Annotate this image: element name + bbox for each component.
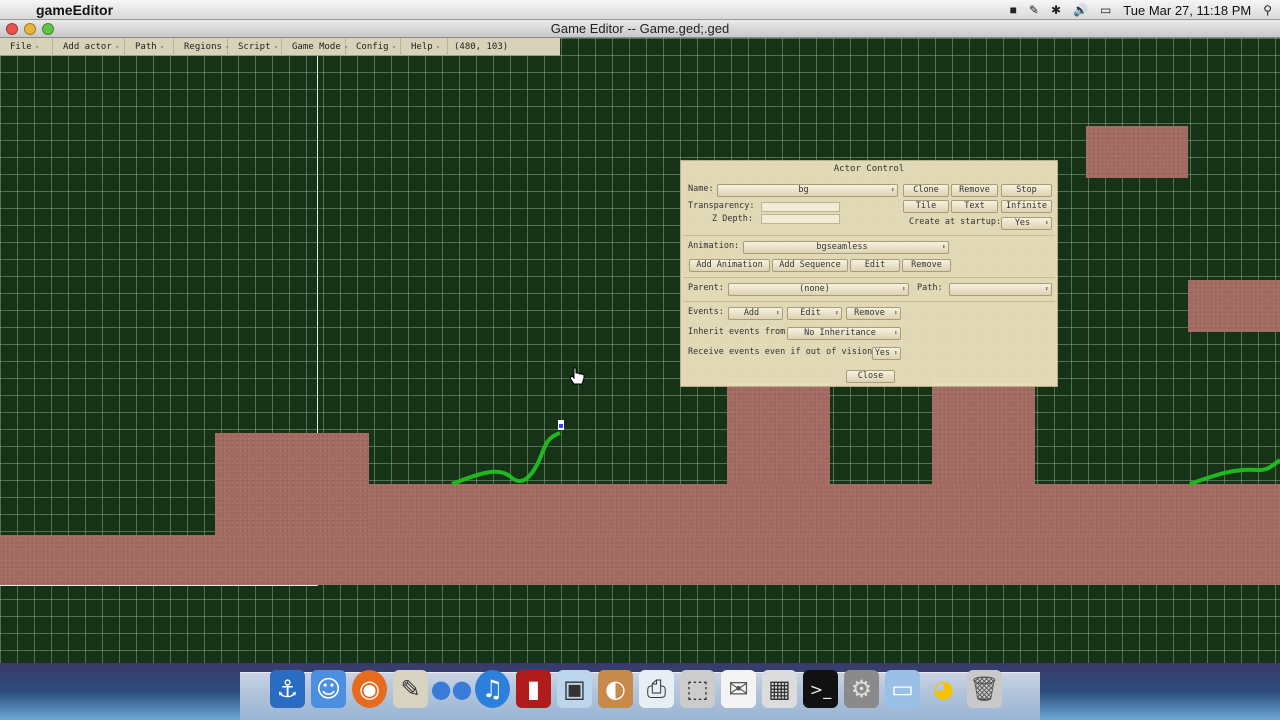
tile-button[interactable]: Tile — [903, 200, 949, 213]
editor-menu-bar: File Add actor Path Regions Script Game … — [0, 37, 560, 56]
receive-events-label: Receive events even if out of vision: — [688, 347, 878, 357]
calculator-icon[interactable]: ▦ — [762, 670, 797, 708]
system-preferences-icon[interactable]: ⚙ — [844, 670, 879, 708]
itunes-icon[interactable]: ♫ — [475, 670, 510, 708]
window-title: Game Editor -- Game.ged;.ged — [550, 21, 730, 36]
disk-utility-icon[interactable]: ⬚ — [680, 670, 715, 708]
separator — [683, 277, 1055, 278]
app-menu-name[interactable]: gameEditor — [36, 2, 113, 18]
trash-icon[interactable]: 🗑 — [967, 670, 1002, 708]
ground-block-right — [932, 382, 1035, 485]
cursor-coordinates: (480, 103) — [454, 41, 509, 52]
volume-icon[interactable]: 🔊 — [1073, 3, 1088, 17]
stop-button[interactable]: Stop — [1001, 184, 1052, 197]
menu-regions[interactable]: Regions — [174, 37, 228, 56]
menu-add-actor[interactable]: Add actor — [53, 37, 125, 56]
name-dropdown[interactable]: bg — [717, 184, 898, 197]
close-dialog-button[interactable]: Close — [846, 370, 895, 383]
floating-block-right — [1188, 280, 1280, 332]
events-remove-button[interactable]: Remove — [846, 307, 901, 320]
menubar-status-area: ■ ✎ ✱ 🔊 ▭ Tue Mar 27, 11:18 PM ⚲ — [1010, 0, 1272, 20]
ground-block-mid — [727, 382, 830, 485]
edit-animation-button[interactable]: Edit — [850, 259, 900, 272]
window-controls — [6, 23, 54, 35]
separator — [683, 301, 1055, 302]
photo-booth-icon[interactable]: ▮ — [516, 670, 551, 708]
folder-icon[interactable]: ▭ — [885, 670, 920, 708]
record-icon[interactable]: ■ — [1010, 3, 1017, 17]
receive-events-dropdown[interactable]: Yes — [872, 347, 901, 360]
ground-strip — [369, 484, 1280, 536]
zdepth-label: Z Depth: — [712, 214, 753, 224]
clone-button[interactable]: Clone — [903, 184, 949, 197]
path-label: Path: — [917, 283, 943, 293]
screenshot-app-icon[interactable]: ⎙ — [639, 670, 674, 708]
close-window-button[interactable] — [6, 23, 18, 35]
add-sequence-button[interactable]: Add Sequence — [772, 259, 848, 272]
animation-dropdown[interactable]: bgseamless — [743, 241, 949, 254]
text-button[interactable]: Text — [951, 200, 998, 213]
menubar-clock[interactable]: Tue Mar 27, 11:18 PM — [1123, 3, 1251, 18]
menu-help[interactable]: Help — [401, 37, 448, 56]
ground-floor — [0, 535, 1280, 585]
messenger-icon[interactable]: ●● — [431, 670, 473, 708]
inherit-events-dropdown[interactable]: No Inheritance — [787, 327, 901, 340]
path-dropdown[interactable] — [949, 283, 1052, 296]
remove-button[interactable]: Remove — [951, 184, 998, 197]
photo-app-icon[interactable]: ◐ — [598, 670, 633, 708]
text-edit-icon[interactable]: ✉ — [721, 670, 756, 708]
animation-label: Animation: — [688, 241, 740, 251]
dialog-title: Actor Control — [833, 164, 905, 174]
preview-icon[interactable]: ✎ — [393, 670, 428, 708]
menu-script[interactable]: Script — [228, 37, 282, 56]
vine-actor[interactable] — [450, 418, 575, 488]
game-editor-icon[interactable]: ◕ — [926, 670, 961, 708]
separator — [683, 235, 1055, 236]
add-animation-button[interactable]: Add Animation — [689, 259, 770, 272]
system-menu-bar: gameEditor ■ ✎ ✱ 🔊 ▭ Tue Mar 27, 11:18 P… — [0, 0, 1280, 20]
menu-path[interactable]: Path — [125, 37, 174, 56]
parent-dropdown[interactable]: (none) — [728, 283, 909, 296]
window-titlebar: Game Editor -- Game.ged;.ged — [0, 20, 1280, 38]
inherit-events-label: Inherit events from: — [688, 327, 791, 337]
game-canvas[interactable] — [0, 38, 1280, 663]
terminal-icon[interactable]: >_ — [803, 670, 838, 708]
bluetooth-icon[interactable]: ✱ — [1051, 3, 1061, 17]
create-at-startup-dropdown[interactable]: Yes — [1001, 217, 1052, 230]
menu-file[interactable]: File — [0, 37, 53, 56]
vine-actor-right[interactable] — [1188, 456, 1280, 486]
name-label: Name: — [688, 184, 714, 194]
dock: ⚓ ☺ ◉ ✎ ●● ♫ ▮ ▣ ◐ ⎙ ⬚ ✉ ▦ >_ ⚙ ▭ ◕ 🗑 — [270, 670, 1002, 708]
events-label: Events: — [688, 307, 724, 317]
hand-cursor-icon — [569, 367, 585, 385]
actor-control-dialog: Actor Control Name: bg Clone Remove Stop… — [680, 160, 1058, 387]
menu-config[interactable]: Config — [346, 37, 401, 56]
transparency-slider[interactable] — [761, 202, 840, 212]
zdepth-slider[interactable] — [761, 214, 840, 224]
firefox-icon[interactable]: ◉ — [352, 670, 387, 708]
create-at-startup-label: Create at startup: — [909, 217, 1002, 227]
minimize-window-button[interactable] — [24, 23, 36, 35]
transparency-label: Transparency: — [688, 201, 755, 211]
zoom-window-button[interactable] — [42, 23, 54, 35]
anchor-app-icon[interactable]: ⚓ — [270, 670, 305, 708]
battery-icon[interactable]: ▭ — [1100, 3, 1111, 17]
iphoto-icon[interactable]: ▣ — [557, 670, 592, 708]
floating-block-top — [1086, 126, 1188, 178]
spotlight-search-icon[interactable]: ⚲ — [1263, 3, 1272, 17]
remove-animation-button[interactable]: Remove — [902, 259, 951, 272]
finder-icon[interactable]: ☺ — [311, 670, 346, 708]
parent-label: Parent: — [688, 283, 724, 293]
pen-icon[interactable]: ✎ — [1029, 3, 1039, 17]
ground-block-left — [215, 433, 369, 536]
events-add-button[interactable]: Add — [728, 307, 783, 320]
events-edit-button[interactable]: Edit — [787, 307, 842, 320]
menu-game-mode[interactable]: Game Mode — [282, 37, 346, 56]
infinite-button[interactable]: Infinite — [1001, 200, 1052, 213]
